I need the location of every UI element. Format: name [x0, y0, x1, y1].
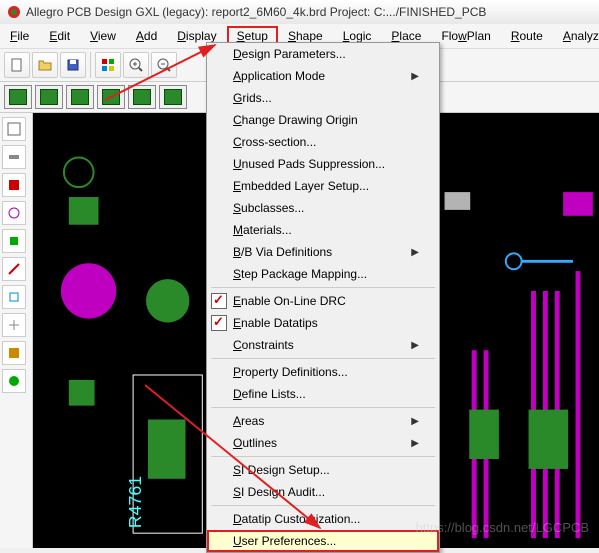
menuitem-label: Design Parameters... — [233, 47, 346, 61]
menuitem-label: Grids... — [233, 91, 272, 105]
menuitem-enable-datatips[interactable]: Enable Datatips — [207, 312, 439, 334]
side-tool-2[interactable] — [2, 145, 26, 169]
view-mode-5[interactable] — [128, 85, 156, 109]
menu-flowplan[interactable]: FlowPlan — [431, 26, 500, 46]
side-tool-10[interactable] — [2, 369, 26, 393]
menuitem-grids[interactable]: Grids... — [207, 87, 439, 109]
menuitem-application-mode[interactable]: Application Mode ▶ — [207, 65, 439, 87]
window-title: Allegro PCB Design GXL (legacy): report2… — [26, 5, 486, 19]
title-bar: Allegro PCB Design GXL (legacy): report2… — [0, 0, 599, 24]
side-tool-5[interactable] — [2, 229, 26, 253]
side-tool-4[interactable] — [2, 201, 26, 225]
menuitem-constraints[interactable]: Constraints ▶ — [207, 334, 439, 356]
menu-separator — [211, 456, 435, 457]
view-mode-6[interactable] — [159, 85, 187, 109]
side-tool-9[interactable] — [2, 341, 26, 365]
view-mode-1[interactable] — [4, 85, 32, 109]
menuitem-unused-pads-suppression[interactable]: Unused Pads Suppression... — [207, 153, 439, 175]
menuitem-label: Unused Pads Suppression... — [233, 157, 385, 171]
new-button[interactable] — [4, 52, 30, 78]
component-label: R4761 — [125, 476, 145, 529]
menu-separator — [211, 358, 435, 359]
menu-separator — [211, 505, 435, 506]
menu-separator — [211, 407, 435, 408]
menu-file[interactable]: File — [0, 26, 39, 46]
open-button[interactable] — [32, 52, 58, 78]
view-mode-4[interactable] — [97, 85, 125, 109]
side-tool-1[interactable] — [2, 117, 26, 141]
menuitem-label: Cross-section... — [233, 135, 316, 149]
menuitem-label: User Preferences... — [233, 534, 336, 548]
menuitem-datatip-customization[interactable]: Datatip Customization... — [207, 508, 439, 530]
app-icon — [6, 4, 22, 20]
menuitem-subclasses[interactable]: Subclasses... — [207, 197, 439, 219]
submenu-arrow-icon: ▶ — [411, 247, 419, 258]
zoom-in-icon[interactable] — [123, 52, 149, 78]
layer-palette-icon[interactable] — [95, 52, 121, 78]
menuitem-si-design-setup[interactable]: SI Design Setup... — [207, 459, 439, 481]
menuitem-label: Datatip Customization... — [233, 512, 360, 526]
setup-dropdown-menu: Design Parameters... Application Mode ▶ Gri… — [206, 42, 440, 553]
menuitem-label: SI Design Setup... — [233, 463, 330, 477]
submenu-arrow-icon: ▶ — [411, 416, 419, 427]
view-mode-3[interactable] — [66, 85, 94, 109]
menuitem-label: Materials... — [233, 223, 292, 237]
menuitem-label: Change Drawing Origin — [233, 113, 358, 127]
menuitem-step-package-mapping[interactable]: Step Package Mapping... — [207, 263, 439, 285]
menuitem-label: Application Mode — [233, 69, 325, 83]
menuitem-label: Define Lists... — [233, 387, 306, 401]
menu-route[interactable]: Route — [501, 26, 553, 46]
menu-analyze[interactable]: Analyze — [553, 26, 599, 46]
side-tool-3[interactable] — [2, 173, 26, 197]
menuitem-outlines[interactable]: Outlines ▶ — [207, 432, 439, 454]
save-button[interactable] — [60, 52, 86, 78]
view-mode-2[interactable] — [35, 85, 63, 109]
menuitem-checkbox — [211, 293, 227, 309]
menuitem-label: Embedded Layer Setup... — [233, 179, 369, 193]
menuitem-si-design-audit[interactable]: SI Design Audit... — [207, 481, 439, 503]
menu-edit[interactable]: Edit — [39, 26, 80, 46]
menuitem-label: Subclasses... — [233, 201, 304, 215]
menuitem-label: Step Package Mapping... — [233, 267, 367, 281]
menuitem-label: Property Definitions... — [233, 365, 348, 379]
menuitem-label: Constraints — [233, 338, 294, 352]
menu-separator — [211, 287, 435, 288]
menuitem-cross-section[interactable]: Cross-section... — [207, 131, 439, 153]
menu-view[interactable]: View — [80, 26, 126, 46]
watermark: https://blog.csdn.net/LGCPCB — [416, 520, 589, 535]
menuitem-label: Areas — [233, 414, 264, 428]
menuitem-checkbox — [211, 315, 227, 331]
menuitem-enable-on-line-drc[interactable]: Enable On-Line DRC — [207, 290, 439, 312]
menuitem-materials[interactable]: Materials... — [207, 219, 439, 241]
menuitem-b-b-via-definitions[interactable]: B/B Via Definitions ▶ — [207, 241, 439, 263]
side-tool-6[interactable] — [2, 257, 26, 281]
menuitem-define-lists[interactable]: Define Lists... — [207, 383, 439, 405]
side-toolbar — [0, 113, 33, 548]
submenu-arrow-icon: ▶ — [411, 438, 419, 449]
submenu-arrow-icon: ▶ — [411, 71, 419, 82]
submenu-arrow-icon: ▶ — [411, 340, 419, 351]
menuitem-label: SI Design Audit... — [233, 485, 325, 499]
menuitem-label: Outlines — [233, 436, 277, 450]
menuitem-design-parameters[interactable]: Design Parameters... — [207, 43, 439, 65]
menuitem-user-preferences[interactable]: User Preferences... — [207, 530, 439, 552]
menuitem-label: Enable On-Line DRC — [233, 294, 346, 308]
menuitem-change-drawing-origin[interactable]: Change Drawing Origin — [207, 109, 439, 131]
menu-add[interactable]: Add — [126, 26, 167, 46]
side-tool-8[interactable] — [2, 313, 26, 337]
menuitem-label: Enable Datatips — [233, 316, 318, 330]
zoom-out-icon[interactable] — [151, 52, 177, 78]
menuitem-areas[interactable]: Areas ▶ — [207, 410, 439, 432]
side-tool-7[interactable] — [2, 285, 26, 309]
menuitem-label: B/B Via Definitions — [233, 245, 332, 259]
menuitem-property-definitions[interactable]: Property Definitions... — [207, 361, 439, 383]
menuitem-embedded-layer-setup[interactable]: Embedded Layer Setup... — [207, 175, 439, 197]
